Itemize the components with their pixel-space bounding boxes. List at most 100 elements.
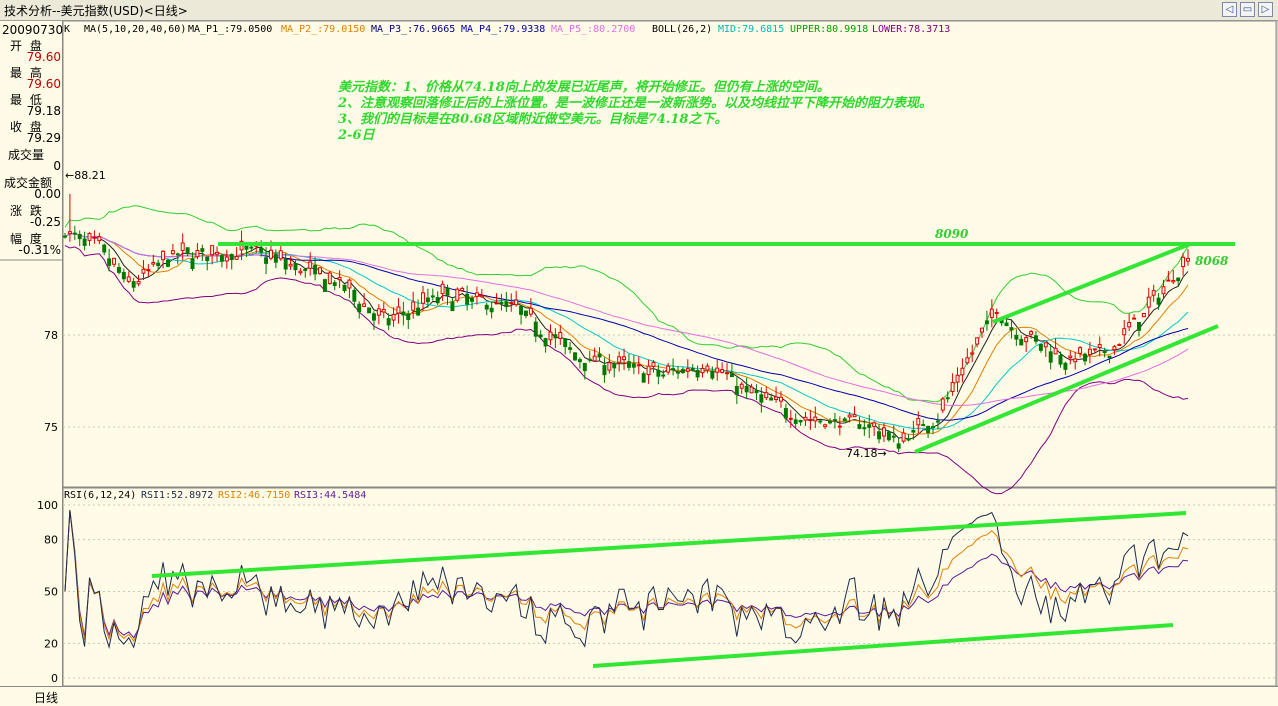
candle-body-125 — [676, 371, 680, 374]
candle-body-116 — [631, 363, 636, 368]
rsi1-label: RSI1:52.8972 — [141, 490, 213, 501]
candle-body-93 — [519, 305, 524, 315]
candle-body-5 — [87, 232, 92, 241]
candle-body-117 — [636, 364, 641, 367]
candle-body-224 — [1161, 286, 1166, 295]
candle-body-163 — [862, 427, 867, 430]
candle-body-133 — [715, 367, 720, 373]
candle-body-195 — [1019, 338, 1024, 346]
candle-body-60 — [357, 303, 362, 313]
candle-body-148 — [788, 417, 793, 420]
candle-body-154 — [818, 420, 823, 423]
rsi-tick-1: 80 — [44, 534, 58, 547]
candle-body-46 — [288, 263, 293, 267]
candle-body-218 — [1132, 317, 1137, 320]
candle-body-126 — [680, 368, 685, 374]
candle-body-24 — [180, 242, 185, 252]
candle-body-206 — [1073, 358, 1078, 363]
candle-body-40 — [259, 247, 264, 253]
candle-body-89 — [499, 301, 504, 304]
candle-body-82 — [465, 293, 470, 305]
candle-body-84 — [474, 292, 479, 297]
candle-body-35 — [234, 256, 239, 260]
candle-body-172 — [906, 438, 911, 441]
candle-body-31 — [215, 251, 219, 255]
candle-body-179 — [940, 398, 945, 411]
candle-body-123 — [666, 365, 671, 373]
candle-body-180 — [945, 397, 950, 400]
candle-body-73 — [421, 292, 425, 304]
candle-body-61 — [362, 303, 367, 307]
level-8068-label: 8068 — [1195, 254, 1229, 268]
candle-body-106 — [582, 362, 587, 372]
candle-body-150 — [798, 420, 803, 423]
annotation-line-4: 2-6日 — [338, 128, 375, 143]
candle-body-92 — [514, 299, 519, 306]
rsi3-label: RSI3:44.5484 — [294, 490, 366, 501]
candle-body-137 — [734, 385, 739, 395]
candle-body-226 — [1171, 280, 1176, 283]
candle-body-171 — [901, 432, 906, 442]
candle-body-27 — [195, 249, 200, 258]
candle-body-159 — [842, 418, 847, 422]
candle-body-175 — [921, 424, 926, 427]
candle-body-81 — [460, 287, 465, 292]
candle-body-210 — [1092, 348, 1097, 351]
ma-title: MA(5,10,20,40,60) — [84, 24, 186, 35]
candle-body-147 — [783, 408, 788, 419]
candle-body-13 — [126, 276, 131, 282]
candle-body-12 — [121, 272, 126, 280]
candle-body-205 — [1068, 355, 1073, 359]
boll-mid-label: MID:79.6815 — [718, 24, 784, 35]
candle-body-9 — [107, 258, 112, 266]
rsi-tick-3: 20 — [44, 637, 58, 650]
candle-body-54 — [327, 272, 332, 284]
annotation-line-3: 3、我们的目标是在80.68区域附近做空美元。目标是74.18之下。 — [338, 112, 728, 127]
candle-body-70 — [406, 313, 411, 320]
candle-body-34 — [229, 254, 234, 261]
candle-body-62 — [367, 307, 372, 314]
analysis-annotation: 美元指数：1、价格从74.18向上的发展已近尾声，将开始修正。但仍有上涨的空间。… — [338, 80, 1098, 144]
candle-body-101 — [558, 331, 563, 339]
ma-p1-label: MA_P1_:79.0500 — [188, 24, 272, 35]
period-label: 日线 — [34, 691, 59, 705]
candle-body-110 — [602, 365, 607, 376]
candle-body-135 — [725, 372, 730, 375]
candle-body-119 — [646, 365, 651, 376]
candle-body-199 — [1038, 343, 1043, 351]
candle-body-164 — [867, 424, 872, 428]
candle-body-32 — [219, 255, 224, 262]
candle-body-177 — [931, 426, 935, 429]
candle-body-76 — [435, 297, 440, 304]
candle-body-124 — [671, 368, 676, 371]
candle-body-204 — [1063, 362, 1068, 370]
candle-body-37 — [244, 245, 249, 250]
candle-body-202 — [1053, 347, 1058, 355]
candle-body-178 — [935, 420, 940, 423]
boll-lower-label: LOWER:78.3713 — [872, 24, 950, 35]
rsi-title: RSI(6,12,24) — [64, 490, 136, 501]
period-tag: K — [64, 24, 70, 35]
date-axis-bar: 日线 — [0, 686, 1278, 706]
candle-body-151 — [803, 416, 808, 421]
candle-body-168 — [886, 431, 891, 441]
candle-body-113 — [617, 356, 622, 363]
candle-body-139 — [744, 385, 749, 393]
candle-body-3 — [77, 233, 82, 240]
low-point-label: 74.18→ — [846, 447, 887, 460]
candle-body-51 — [313, 264, 318, 275]
candle-body-197 — [1029, 331, 1034, 335]
candle-body-200 — [1043, 342, 1048, 348]
candle-body-189 — [989, 308, 994, 318]
candle-body-201 — [1048, 351, 1053, 363]
candle-body-143 — [764, 392, 769, 399]
candle-body-120 — [651, 361, 656, 368]
candle-body-140 — [749, 386, 754, 394]
ma-p3-label: MA_P3_:76.9665 — [371, 24, 455, 35]
candle-body-17 — [146, 269, 151, 272]
candle-body-26 — [190, 258, 195, 270]
candle-body-152 — [808, 419, 813, 422]
candle-body-28 — [200, 248, 205, 252]
rsi-tick-0: 100 — [37, 499, 58, 512]
candle-body-209 — [1087, 348, 1092, 356]
